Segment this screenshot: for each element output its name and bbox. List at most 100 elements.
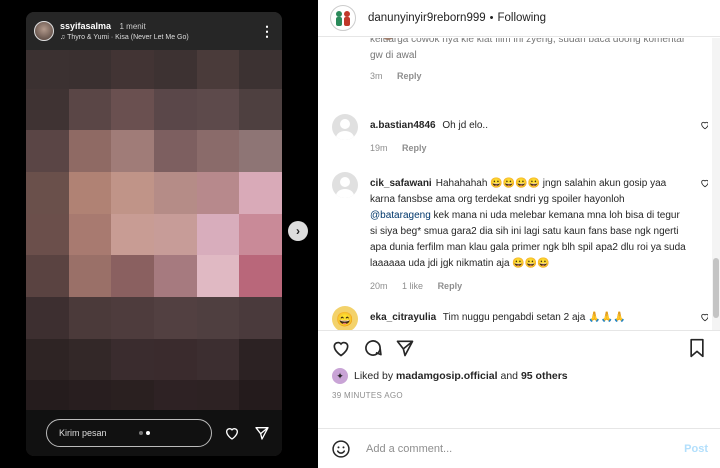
story-frame: ssyifasalma 1 menit ♫ Thyro & Yumi · Kis…: [26, 12, 282, 456]
comment-list[interactable]: keluarga cowok nya kie kiat film ini zye…: [318, 38, 708, 330]
comments-panel: danunyinyir9reborn999 • Following keluar…: [318, 0, 720, 468]
likes-prefix: Liked by: [354, 370, 394, 382]
scrollbar-thumb[interactable]: [713, 258, 719, 318]
comment-time: 3m: [370, 71, 383, 81]
comment-like-icon[interactable]: [700, 312, 708, 322]
post-timestamp: 39 MINUTES AGO: [332, 391, 403, 400]
liker-username[interactable]: madamgosip.official: [396, 370, 498, 382]
mosaic-tile: [26, 130, 69, 172]
story-song[interactable]: ♫ Thyro & Yumi · Kisa (Never Let Me Go): [60, 32, 260, 43]
mosaic-tile: [111, 255, 154, 297]
comment-text: Tim nuggu pengabdi setan 2 aja 🙏🙏🙏: [442, 312, 626, 323]
story-reply-placeholder: Kirim pesan: [59, 428, 107, 438]
comment-avatar[interactable]: [332, 114, 358, 140]
add-comment-bar: Post: [318, 428, 720, 468]
header-separator: •: [489, 12, 494, 24]
story-dot: [139, 431, 143, 435]
story-reply-input[interactable]: Kirim pesan: [46, 419, 213, 447]
author-username[interactable]: danunyinyir9reborn999: [368, 12, 486, 24]
mosaic-tile: [154, 213, 197, 256]
story-username[interactable]: ssyifasalma: [60, 21, 111, 31]
mosaic-tile: [239, 338, 282, 381]
liker-avatar[interactable]: ✦: [332, 368, 348, 384]
mosaic-tile: [196, 172, 240, 214]
like-heart-icon[interactable]: [330, 337, 352, 359]
bookmark-icon[interactable]: [686, 337, 708, 359]
mosaic-tile: [68, 88, 112, 131]
more-dots-icon[interactable]: ⋮: [260, 23, 274, 40]
comment-username[interactable]: eka_citrayulia: [370, 312, 436, 323]
mosaic-tile: [196, 255, 240, 297]
media-viewer: ssyifasalma 1 menit ♫ Thyro & Yumi · Kis…: [0, 0, 318, 468]
reply-button[interactable]: Reply: [402, 143, 427, 153]
comment-item: a.bastian4846 Oh jd elo.. 19m Reply: [332, 114, 708, 156]
mosaic-tile: [111, 47, 154, 89]
post-button[interactable]: Post: [684, 443, 708, 455]
comment-line: cik_safawani Hahahahah 😀😀😀😀 jngn salahin …: [370, 176, 688, 272]
send-icon[interactable]: [252, 423, 272, 443]
comment-body: keluarga cowok nya kie kiat film ini zye…: [370, 38, 688, 84]
comment-item: 😄 eka_citrayulia Tim nuggu pengabdi seta…: [332, 306, 708, 330]
comment-meta: 3m Reply: [370, 68, 688, 84]
story-song-label: Thyro & Yumi · Kisa (Never Let Me Go): [67, 34, 189, 41]
comment-bubble-icon[interactable]: [362, 337, 384, 359]
mosaic-tile: [154, 47, 197, 89]
comment-body: eka_citrayulia Tim nuggu pengabdi setan …: [370, 306, 688, 330]
post-header: danunyinyir9reborn999 • Following: [318, 0, 720, 37]
likes-count-link[interactable]: 95 others: [521, 370, 568, 382]
mosaic-tile: [111, 172, 154, 214]
mosaic-tile: [68, 172, 112, 214]
story-avatar[interactable]: [34, 21, 54, 41]
mosaic-tile: [68, 297, 112, 339]
comment-like-count[interactable]: 1 like: [402, 281, 423, 291]
comment-avatar[interactable]: [332, 172, 358, 198]
mosaic-tile: [196, 297, 240, 339]
comment-username[interactable]: a.bastian4846: [370, 120, 436, 131]
mosaic-tile: [26, 88, 69, 131]
comment-text: keluarga cowok nya kie kiat film ini zye…: [370, 38, 686, 61]
mosaic-tile: [154, 338, 197, 381]
comment-meta: 19m Reply: [370, 140, 688, 156]
author-avatar[interactable]: [330, 5, 356, 31]
comment-avatar[interactable]: 😄: [332, 306, 358, 330]
comment-mention-link[interactable]: @batarageng: [370, 210, 431, 221]
reply-button[interactable]: Reply: [397, 71, 422, 81]
action-bar: [318, 331, 720, 365]
mosaic-tile: [196, 88, 240, 131]
story-progress-dots: [139, 431, 150, 435]
post-actions: ✦ Liked by madamgosip.official and 95 ot…: [318, 330, 720, 422]
mosaic-tile: [154, 130, 197, 172]
comment-like-icon[interactable]: [700, 120, 708, 130]
mosaic-tile: [154, 255, 197, 297]
mosaic-tile: [239, 172, 282, 214]
story-meta: ssyifasalma 1 menit ♫ Thyro & Yumi · Kis…: [60, 19, 260, 43]
mosaic-tile: [111, 338, 154, 381]
mosaic-tile: [239, 130, 282, 172]
mosaic-tile: [68, 47, 112, 89]
comments-scrollbar[interactable]: [712, 38, 720, 330]
mosaic-tile: [26, 297, 69, 339]
reply-button[interactable]: Reply: [438, 281, 463, 291]
mosaic-tile: [154, 88, 197, 131]
share-send-icon[interactable]: [394, 337, 416, 359]
story-time: 1 menit: [119, 22, 146, 31]
comment-like-icon[interactable]: [700, 178, 708, 188]
emoji-icon[interactable]: [330, 438, 352, 460]
comment-username[interactable]: cik_safawani: [370, 178, 432, 189]
mosaic-tile: [239, 88, 282, 131]
mosaic-tile: [111, 130, 154, 172]
heart-icon[interactable]: [222, 423, 242, 443]
following-button[interactable]: Following: [498, 12, 547, 24]
mosaic-tile: [196, 213, 240, 256]
mosaic-tile: [111, 88, 154, 131]
comment-item: keluarga cowok nya kie kiat film ini zye…: [332, 38, 708, 84]
mosaic-tile: [154, 297, 197, 339]
mosaic-tile: [68, 255, 112, 297]
add-comment-input[interactable]: [366, 442, 685, 455]
comment-item: cik_safawani Hahahahah 😀😀😀😀 jngn salahin …: [332, 172, 708, 294]
mosaic-tile: [239, 297, 282, 339]
mosaic-tile: [26, 255, 69, 297]
mosaic-tile: [68, 213, 112, 256]
mosaic-tile: [68, 130, 112, 172]
chevron-right-icon[interactable]: ›: [288, 221, 308, 241]
